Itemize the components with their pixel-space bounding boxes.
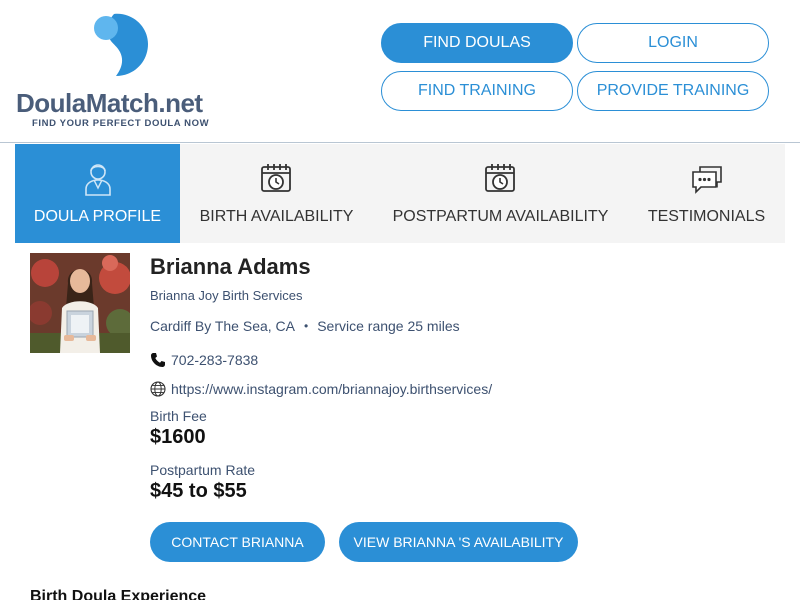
doula-name: Brianna Adams [150, 254, 311, 279]
tab-postpartum-availability[interactable]: POSTPARTUM AVAILABILITY [373, 144, 628, 243]
phone-row[interactable]: 702-283-7838 [150, 352, 258, 368]
business-name: Brianna Joy Birth Services [150, 288, 303, 303]
site-header: DoulaMatch.net FIND YOUR PERFECT DOULA N… [0, 0, 800, 143]
tab-label: TESTIMONIALS [647, 208, 766, 225]
logo-brand: DoulaMatch [16, 88, 159, 118]
location-row: Cardiff By The Sea, CA • Service range 2… [150, 318, 460, 334]
view-availability-button[interactable]: VIEW BRIANNA 'S AVAILABILITY [339, 522, 578, 562]
provide-training-button[interactable]: PROVIDE TRAINING [577, 71, 769, 111]
postpartum-rate-value: $45 to $55 [150, 480, 247, 502]
login-button[interactable]: LOGIN [577, 23, 769, 63]
location-text: Cardiff By The Sea, CA [150, 318, 295, 334]
birth-fee-label: Birth Fee [150, 408, 207, 424]
postpartum-rate-label: Postpartum Rate [150, 462, 256, 478]
bullet-separator: • [304, 319, 309, 333]
calendar-clock-icon [484, 162, 518, 196]
site-logo[interactable]: DoulaMatch.net FIND YOUR PERFECT DOULA N… [14, 10, 224, 135]
website-link[interactable]: https://www.instagram.com/briannajoy.bir… [171, 381, 492, 397]
logo-wordmark: DoulaMatch.net [16, 88, 203, 119]
tab-birth-availability[interactable]: BIRTH AVAILABILITY [180, 144, 373, 243]
birth-fee-value: $1600 [150, 426, 206, 448]
find-doulas-button[interactable]: FIND DOULAS [381, 23, 573, 63]
tab-label: DOULA PROFILE [33, 208, 162, 225]
experience-section-title: Birth Doula Experience [30, 588, 207, 600]
logo-tagline: FIND YOUR PERFECT DOULA NOW [32, 118, 210, 129]
logo-tld: .net [158, 88, 203, 118]
tab-label: POSTPARTUM AVAILABILITY [392, 208, 609, 225]
tab-testimonials[interactable]: TESTIMONIALS [628, 144, 785, 243]
globe-icon [150, 381, 166, 397]
profile-photo [30, 253, 130, 353]
phone-icon [150, 352, 166, 368]
tab-doula-profile[interactable]: DOULA PROFILE [15, 144, 180, 243]
logo-mark-icon [94, 13, 148, 76]
service-range-text: Service range 25 miles [317, 318, 460, 334]
calendar-clock-icon [260, 162, 294, 196]
chat-bubbles-icon [690, 162, 724, 196]
contact-button[interactable]: CONTACT BRIANNA [150, 522, 325, 562]
phone-number[interactable]: 702-283-7838 [171, 352, 258, 368]
website-row[interactable]: https://www.instagram.com/briannajoy.bir… [150, 381, 492, 397]
find-training-button[interactable]: FIND TRAINING [381, 71, 573, 111]
profile-tabs: DOULA PROFILE BIRTH AVAILABILITY POSTPAR… [15, 144, 785, 243]
tab-label: BIRTH AVAILABILITY [199, 208, 354, 225]
doula-person-icon [81, 162, 115, 196]
